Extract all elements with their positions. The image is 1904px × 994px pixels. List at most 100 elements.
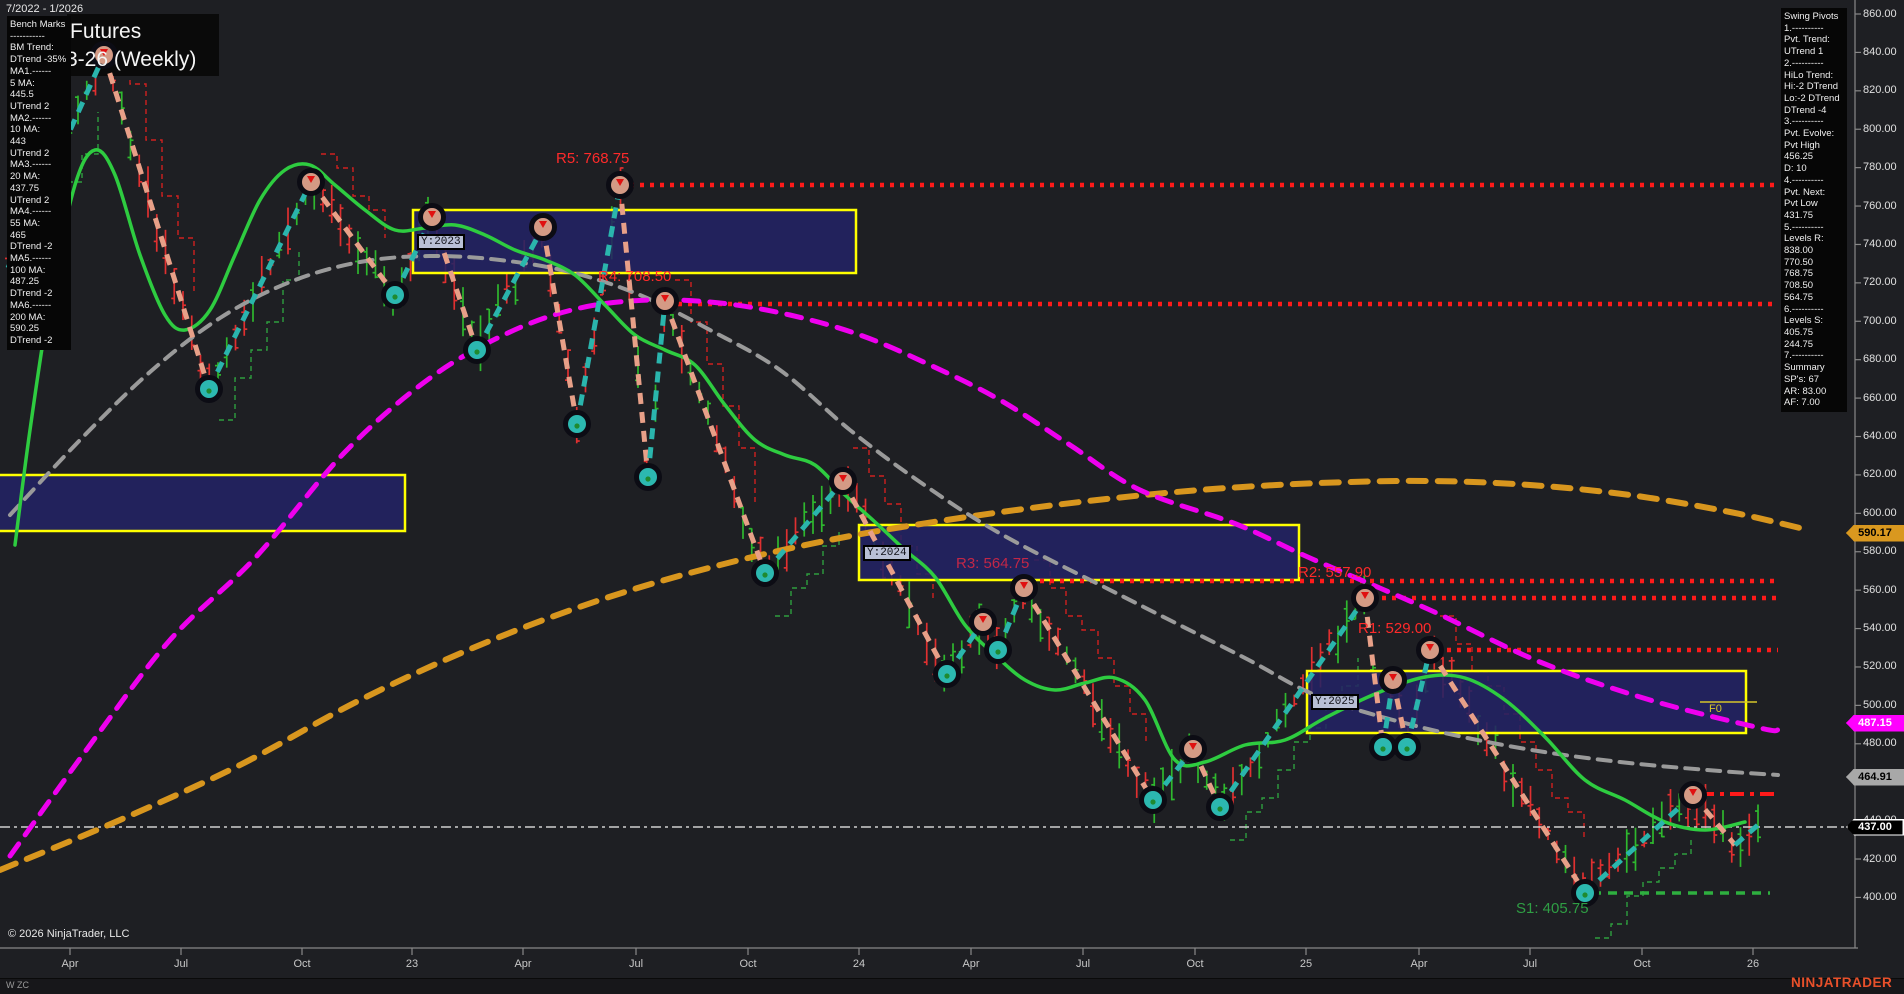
pivot-dot-icon <box>944 673 949 678</box>
stop-line-long <box>219 252 299 420</box>
benchmarks-panel-line: MA6.------ <box>10 300 68 312</box>
benchmarks-panel-line: 437.75 <box>10 183 68 195</box>
time-axis-label: Oct <box>1633 958 1650 970</box>
price-axis-label: 500.00 <box>1863 699 1904 711</box>
time-axis-label: 24 <box>853 958 865 970</box>
zigzag-up-segment <box>765 481 843 573</box>
year-box-label: Y:2025 <box>1311 694 1359 710</box>
benchmarks-panel-line: MA1.------ <box>10 66 68 78</box>
swing-panel-line: 3.---------- <box>1784 116 1844 128</box>
benchmarks-panel-line: ----------- <box>10 31 68 43</box>
time-axis-label: Jul <box>174 958 188 970</box>
price-axis-label: 760.00 <box>1863 200 1904 212</box>
benchmarks-panel-line: 10 MA: <box>10 124 68 136</box>
time-axis-label: Oct <box>1186 958 1203 970</box>
year-range-box <box>859 525 1299 580</box>
pivot-dot-icon <box>1217 806 1222 811</box>
time-axis-label: Apr <box>61 958 78 970</box>
swing-panel-line: AF: 7.00 <box>1784 397 1844 409</box>
swing-panel-line: Pvt. Evolve: <box>1784 128 1844 140</box>
benchmarks-panel-line: 200 MA: <box>10 312 68 324</box>
benchmarks-panel-line: 5 MA: <box>10 78 68 90</box>
pivot-dot-icon <box>1404 746 1409 751</box>
price-tag-464.91: 464.91 <box>1846 769 1904 786</box>
swing-panel-line: Levels R: <box>1784 233 1844 245</box>
swing-panel-line: DTrend -4 <box>1784 105 1844 117</box>
zigzag-down-segment <box>1024 588 1153 800</box>
swing-panel-line: 2.---------- <box>1784 58 1844 70</box>
benchmarks-panel-line: DTrend -2 <box>10 288 68 300</box>
price-tag-437.00: 437.00 <box>1846 819 1904 836</box>
date-range-label: 7/2022 - 1/2026 <box>6 3 83 15</box>
benchmarks-panel-line: Bench Marks <box>10 19 68 31</box>
pivot-dot-icon <box>1380 746 1385 751</box>
ninjatrader-logo: NINJATRADER <box>1791 975 1892 990</box>
pivot-dot-icon <box>574 423 579 428</box>
benchmarks-panel: Bench Marks-----------BM Trend:DTrend -3… <box>7 16 71 350</box>
swing-panel-line: 431.75 <box>1784 210 1844 222</box>
swing-panel-line: 405.75 <box>1784 327 1844 339</box>
swing-panel-line: Swing Pivots <box>1784 11 1844 23</box>
price-tag-487.15: 487.15 <box>1846 715 1904 732</box>
chart-label-r5: R5: 768.75 <box>556 150 629 167</box>
chart-title-line1: Futures <box>70 20 141 44</box>
pivot-dot-icon <box>1150 799 1155 804</box>
chart-label-r1: R1: 529.00 <box>1358 620 1431 637</box>
chart-label-f0: F0 <box>1709 703 1722 715</box>
bottom-status-strip <box>0 978 1904 994</box>
time-axis-label: Jul <box>1523 958 1537 970</box>
price-axis-label: 600.00 <box>1863 507 1904 519</box>
benchmarks-panel-line: MA2.------ <box>10 113 68 125</box>
price-axis-label: 420.00 <box>1863 853 1904 865</box>
price-axis-label: 740.00 <box>1863 238 1904 250</box>
price-axis-label: 540.00 <box>1863 622 1904 634</box>
benchmarks-panel-line: UTrend 2 <box>10 195 68 207</box>
year-range-box <box>413 210 856 273</box>
price-tag-590.17: 590.17 <box>1846 525 1904 542</box>
price-axis-label: 640.00 <box>1863 430 1904 442</box>
benchmarks-panel-line: 487.25 <box>10 276 68 288</box>
benchmarks-panel-line: 20 MA: <box>10 171 68 183</box>
symbol-watermark: W ZC <box>6 980 29 990</box>
swing-panel-line: 768.75 <box>1784 268 1844 280</box>
chart-title: Futures 3-26 (Weekly) <box>67 14 219 76</box>
price-axis-label: 400.00 <box>1863 891 1904 903</box>
ninjatrader-chart-window: 7/2022 - 1/2026 Futures 3-26 (Weekly) Be… <box>0 0 1904 994</box>
time-axis-label: 25 <box>1300 958 1312 970</box>
swing-pivots-panel: Swing Pivots1.----------Pvt. Trend:UTren… <box>1781 8 1847 412</box>
swing-panel-line: Pvt High <box>1784 140 1844 152</box>
time-axis-label: Oct <box>293 958 310 970</box>
price-axis-label: 700.00 <box>1863 315 1904 327</box>
pivot-dot-icon <box>762 572 767 577</box>
price-axis-label: 840.00 <box>1863 46 1904 58</box>
price-axis-label: 580.00 <box>1863 545 1904 557</box>
time-axis-label: Jul <box>629 958 643 970</box>
swing-panel-line: 6.---------- <box>1784 304 1844 316</box>
benchmarks-panel-line: 443 <box>10 136 68 148</box>
swing-panel-line: 564.75 <box>1784 292 1844 304</box>
price-axis-label: 520.00 <box>1863 660 1904 672</box>
chart-label-r3: R3: 564.75 <box>956 555 1029 572</box>
chart-label-r4: R4: 708.50 <box>598 268 671 285</box>
stop-line-short <box>321 154 385 238</box>
chart-area[interactable] <box>0 0 1904 994</box>
benchmarks-panel-line: 590.25 <box>10 323 68 335</box>
price-axis-label: 680.00 <box>1863 353 1904 365</box>
swing-panel-line: Hi:-2 DTrend <box>1784 81 1844 93</box>
swing-panel-line: SP's: 67 <box>1784 374 1844 386</box>
pivot-dot-icon <box>206 388 211 393</box>
price-axis-label: 660.00 <box>1863 392 1904 404</box>
swing-panel-line: Pvt Low <box>1784 198 1844 210</box>
zigzag-up-segment <box>648 301 665 477</box>
benchmarks-panel-line: 465 <box>10 230 68 242</box>
pivot-dot-icon <box>1582 892 1587 897</box>
swing-panel-line: 7.---------- <box>1784 350 1844 362</box>
chart-label-s1: S1: 405.75 <box>1516 900 1589 917</box>
swing-panel-line: 838.00 <box>1784 245 1844 257</box>
pivot-dot-icon <box>645 476 650 481</box>
swing-panel-line: Levels S: <box>1784 315 1844 327</box>
year-box-label: Y:2023 <box>417 234 465 250</box>
swing-panel-line: Pvt. Next: <box>1784 187 1844 199</box>
swing-panel-line: HiLo Trend: <box>1784 70 1844 82</box>
stop-line-short <box>114 42 194 294</box>
